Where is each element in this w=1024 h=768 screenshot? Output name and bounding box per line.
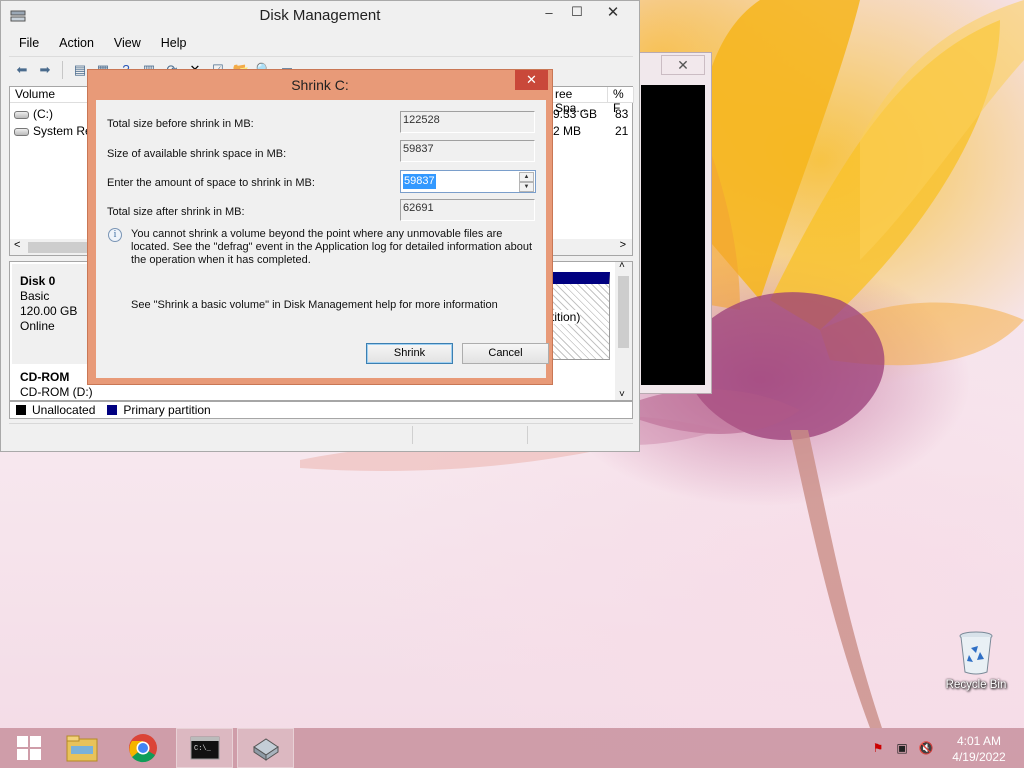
taskbar-chrome[interactable] <box>114 728 171 768</box>
chrome-icon <box>128 734 157 763</box>
disk0-type: Basic <box>20 289 50 303</box>
volume-free-space: 2 MB <box>553 124 582 138</box>
maximize-icon[interactable]: ☐ <box>563 1 591 23</box>
help-message: See "Shrink a basic volume" in Disk Mana… <box>131 299 498 311</box>
dialog-body: Total size before shrink in MB: 122528 S… <box>96 100 549 378</box>
volume-percent-free: 83 <box>615 107 629 121</box>
volume-free-space: 9.33 GB <box>553 107 598 121</box>
spin-up-icon[interactable]: ▲ <box>519 172 534 182</box>
status-divider <box>527 426 528 444</box>
close-icon[interactable]: ✕ <box>661 55 705 75</box>
file-explorer-icon <box>66 735 97 762</box>
dialog-title: Shrink C: <box>291 77 349 93</box>
start-button[interactable] <box>0 728 57 768</box>
spin-down-icon[interactable]: ▼ <box>519 182 534 192</box>
amount-selected-text: 59837 <box>403 174 436 189</box>
toolbar-separator <box>62 60 63 79</box>
recycle-bin-icon <box>959 631 993 675</box>
disk0-size: 120.00 GB <box>20 304 78 318</box>
info-icon: i <box>108 228 122 242</box>
disk-management-icon <box>252 738 279 761</box>
scroll-left-icon[interactable]: < <box>14 239 20 251</box>
scroll-up-icon[interactable]: ˄ <box>619 260 625 271</box>
cdrom-drive: CD-ROM (D:) <box>20 385 93 399</box>
cancel-button[interactable]: Cancel <box>462 343 549 364</box>
close-icon[interactable]: ✕ <box>593 1 633 23</box>
network-icon[interactable]: ▣ <box>894 740 910 756</box>
menu-file[interactable]: File <box>9 34 49 54</box>
disk0-name: Disk 0 <box>20 274 56 288</box>
vertical-scrollbar[interactable]: ˄ ˅ <box>615 260 632 400</box>
disk0-status: Online <box>20 319 55 333</box>
disk0-label[interactable]: Disk 0 Basic 120.00 GB Online <box>12 264 90 364</box>
clock-date: 4/19/2022 <box>952 750 1006 764</box>
taskbar-file-explorer[interactable] <box>53 728 110 768</box>
menu-action[interactable]: Action <box>49 34 104 54</box>
total-after-value: 62691 <box>400 199 535 221</box>
volume-percent-free: 21 <box>615 124 629 138</box>
volume-name: (C:) <box>33 107 53 121</box>
volume-muted-icon[interactable]: 🔇 <box>918 740 934 756</box>
scroll-right-icon[interactable]: > <box>620 239 626 251</box>
shrink-button[interactable]: Shrink <box>366 343 453 364</box>
svg-text:C:\_: C:\_ <box>194 745 212 753</box>
scroll-down-icon[interactable]: ˅ <box>619 389 625 400</box>
recycle-bin-label: Recycle Bin <box>945 679 1007 691</box>
console-area[interactable] <box>641 85 705 385</box>
menu-bar: File Action View Help <box>9 34 197 54</box>
available-label: Size of available shrink space in MB: <box>107 148 287 160</box>
legend-unallocated: Unallocated <box>32 403 96 417</box>
info-message: You cannot shrink a volume beyond the po… <box>131 228 533 266</box>
minimize-icon[interactable]: – <box>535 1 563 23</box>
cdrom-name: CD-ROM <box>20 370 70 384</box>
menu-help[interactable]: Help <box>151 34 197 54</box>
system-tray: ⚑ ▣ 🔇 <box>870 740 934 756</box>
disk0-partition-block[interactable]: tition) <box>546 272 610 360</box>
command-prompt-icon: C:\_ <box>190 736 219 760</box>
close-icon[interactable]: ✕ <box>515 70 548 90</box>
total-after-label: Total size after shrink in MB: <box>107 206 245 218</box>
scrollbar-thumb[interactable] <box>618 276 629 348</box>
unallocated-swatch <box>16 405 26 415</box>
clock-time: 4:01 AM <box>956 734 1002 748</box>
primary-swatch <box>107 405 118 415</box>
taskbar: C:\_ ⚑ ▣ 🔇 4:01 AM 4/19/2022 <box>0 728 1024 768</box>
command-prompt-window[interactable]: ✕ <box>634 52 712 394</box>
drive-icon <box>14 111 29 119</box>
back-arrow-icon[interactable]: ⬅ <box>13 61 31 79</box>
partition-label: tition) <box>551 310 581 324</box>
shrink-dialog[interactable]: Shrink C: ✕ Total size before shrink in … <box>87 69 553 385</box>
status-bar <box>9 423 633 445</box>
taskbar-clock[interactable]: 4:01 AM 4/19/2022 <box>946 733 1012 765</box>
amount-stepper[interactable]: 59837 ▲ ▼ <box>400 170 536 193</box>
legend: Unallocated Primary partition <box>9 401 633 419</box>
menu-view[interactable]: View <box>104 34 151 54</box>
taskbar-command-prompt[interactable]: C:\_ <box>176 728 233 768</box>
title-bar[interactable]: Disk Management – ☐ ✕ <box>1 1 639 31</box>
start-icon <box>16 736 41 760</box>
drive-icon <box>14 128 29 136</box>
amount-label: Enter the amount of space to shrink in M… <box>107 177 315 189</box>
taskbar-disk-management[interactable] <box>237 728 294 768</box>
total-before-value: 122528 <box>400 111 535 133</box>
column-free-space[interactable]: ree Spa... <box>550 87 608 115</box>
recycle-bin[interactable]: Recycle Bin <box>936 630 1016 691</box>
legend-primary: Primary partition <box>123 403 211 417</box>
total-before-label: Total size before shrink in MB: <box>107 118 254 130</box>
column-percent-free[interactable]: % F <box>608 87 634 115</box>
action-center-flag-icon[interactable]: ⚑ <box>870 740 886 756</box>
forward-arrow-icon[interactable]: ➡ <box>36 61 54 79</box>
status-divider <box>412 426 413 444</box>
column-volume[interactable]: Volume <box>10 87 90 103</box>
available-value: 59837 <box>400 140 535 162</box>
